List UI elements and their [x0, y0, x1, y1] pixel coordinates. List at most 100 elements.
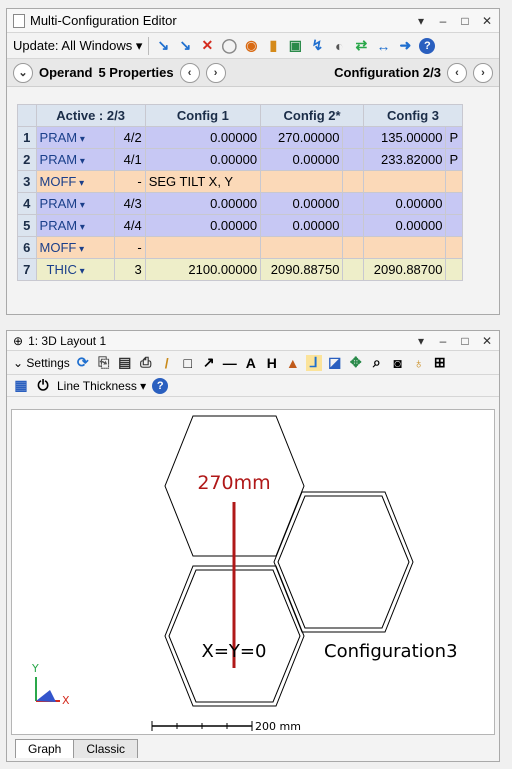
operand-param[interactable]: 4/1: [113, 148, 146, 171]
insert-operand-icon[interactable]: ↘: [155, 37, 171, 54]
active-header[interactable]: Active : 2/3: [35, 104, 146, 127]
window-icon[interactable]: ▦: [13, 377, 29, 394]
maximize-icon[interactable]: □: [459, 334, 471, 348]
operand-type-dropdown[interactable]: PRAM ▾: [35, 192, 115, 215]
camera-icon[interactable]: ◙: [390, 355, 406, 371]
table-row[interactable]: 1 PRAM ▾ 4/2 0.00000 270.00000 135.00000 P: [17, 126, 463, 149]
config3-cell[interactable]: 0.00000: [363, 192, 447, 215]
close-icon[interactable]: ✕: [481, 14, 493, 28]
fit-icon[interactable]: ⊞: [432, 354, 448, 371]
config1-header[interactable]: Config 1: [144, 104, 262, 127]
chevron-down-icon[interactable]: ▾: [77, 222, 85, 233]
print-icon[interactable]: ⎙: [138, 354, 154, 371]
table-row[interactable]: 4 PRAM ▾ 4/3 0.00000 0.00000 0.00000: [17, 192, 463, 215]
operand-type-dropdown[interactable]: THIC ▾: [35, 258, 115, 281]
refresh-icon[interactable]: ⟳: [75, 354, 91, 371]
settings-button[interactable]: ⌄ Settings: [13, 356, 70, 370]
properties-label[interactable]: 5 Properties: [98, 65, 173, 80]
power-icon[interactable]: ⏻: [35, 377, 51, 394]
config3-solve-cell[interactable]: [445, 214, 463, 237]
tab-graph[interactable]: Graph: [15, 739, 75, 758]
config3-solve-cell[interactable]: P: [445, 148, 463, 171]
config2-solve-cell[interactable]: [342, 214, 365, 237]
rectangle-icon[interactable]: □: [180, 355, 196, 371]
chevron-down-icon[interactable]: ▾: [77, 156, 85, 167]
config2-solve-cell[interactable]: [342, 148, 365, 171]
config3-cell[interactable]: 135.00000: [363, 126, 447, 149]
operand-type-dropdown[interactable]: PRAM ▾: [35, 214, 115, 237]
next-icon[interactable]: ➜: [397, 37, 413, 54]
config3-solve-cell[interactable]: P: [445, 126, 463, 149]
config1-cell[interactable]: 0.00000: [144, 192, 262, 215]
pencil-icon[interactable]: /: [159, 355, 175, 371]
maximize-icon[interactable]: □: [459, 14, 471, 28]
operand-type-dropdown[interactable]: MOFF ▾: [35, 170, 115, 193]
config2-solve-cell[interactable]: [342, 192, 365, 215]
axes-icon[interactable]: ⅃: [305, 354, 322, 371]
config3-cell[interactable]: 0.00000: [363, 214, 447, 237]
dimension-icon[interactable]: H: [264, 355, 280, 371]
config1-cell[interactable]: 0.00000: [144, 126, 262, 149]
config1-cell[interactable]: 0.00000: [144, 148, 262, 171]
config3-solve-cell[interactable]: [445, 170, 463, 193]
operand-param[interactable]: 4/3: [113, 192, 146, 215]
operand-type-dropdown[interactable]: PRAM ▾: [35, 148, 115, 171]
config3-cell[interactable]: [363, 170, 447, 193]
operand-param[interactable]: 4/4: [113, 214, 146, 237]
config3-solve-cell[interactable]: [445, 258, 463, 281]
chevron-down-icon[interactable]: ▾: [77, 200, 85, 211]
config1-cell[interactable]: 2100.00000: [144, 258, 262, 281]
chevron-down-icon[interactable]: ▾: [76, 178, 84, 189]
table-row[interactable]: 2 PRAM ▾ 4/1 0.00000 0.00000 233.82000 P: [17, 148, 463, 171]
operand-type-dropdown[interactable]: MOFF ▾: [35, 236, 115, 259]
chevron-down-icon[interactable]: ▾: [76, 244, 84, 255]
table-row[interactable]: 6 MOFF ▾ -: [17, 236, 463, 259]
table-row[interactable]: 5 PRAM ▾ 4/4 0.00000 0.00000 0.00000: [17, 214, 463, 237]
config2-cell[interactable]: [260, 170, 344, 193]
prev-config-icon[interactable]: ‹: [447, 62, 467, 83]
bars-icon[interactable]: ▮: [265, 37, 281, 54]
chevron-down-icon[interactable]: ▾: [77, 134, 85, 145]
rotate-icon[interactable]: ◪: [327, 354, 343, 371]
config3-cell[interactable]: 2090.88700: [363, 258, 447, 281]
swap-icon[interactable]: ⇄: [353, 37, 369, 54]
line-thickness-dropdown[interactable]: Line Thickness ▾: [57, 379, 146, 393]
config2-solve-cell[interactable]: [342, 258, 365, 281]
chevron-down-icon[interactable]: ▾: [77, 266, 85, 277]
layout-canvas[interactable]: 270mm X=Y=0 Configuration3 Y X 200 mm: [11, 409, 495, 735]
config2-cell[interactable]: 0.00000: [260, 214, 344, 237]
insert-after-icon[interactable]: ↘: [177, 37, 193, 54]
light-icon[interactable]: ♁: [411, 355, 427, 371]
help-icon[interactable]: ?: [419, 37, 436, 54]
minimize-icon[interactable]: –: [437, 334, 449, 348]
operand-param[interactable]: 4/2: [113, 126, 146, 149]
table-row[interactable]: 7 THIC ▾ 3 2100.00000 2090.88750 2090.88700: [17, 258, 463, 281]
dropdown-icon[interactable]: ▾: [415, 334, 427, 348]
config2-solve-cell[interactable]: [342, 236, 365, 259]
config2-cell[interactable]: [260, 236, 344, 259]
operand-param[interactable]: -: [113, 170, 146, 193]
next-config-icon[interactable]: ›: [473, 62, 493, 83]
config2-cell[interactable]: 270.00000: [260, 126, 344, 149]
config-icon[interactable]: ◉: [243, 37, 259, 54]
table-row[interactable]: 3 MOFF ▾ - SEG TILT X, Y: [17, 170, 463, 193]
shading-icon[interactable]: ▲: [285, 355, 301, 371]
arrows-icon[interactable]: ↔: [375, 38, 391, 54]
config1-cell[interactable]: SEG TILT X, Y: [144, 170, 262, 193]
config2-solve-cell[interactable]: [342, 126, 365, 149]
close-icon[interactable]: ✕: [481, 334, 493, 348]
config2-header[interactable]: Config 2*: [260, 104, 365, 127]
dropdown-icon[interactable]: ▾: [415, 14, 427, 28]
sync-icon[interactable]: ↯: [309, 37, 325, 54]
arrow-icon[interactable]: ↗: [201, 354, 217, 371]
text-icon[interactable]: A: [243, 355, 259, 371]
config2-solve-cell[interactable]: [342, 170, 365, 193]
config2-cell[interactable]: 0.00000: [260, 148, 344, 171]
delete-icon[interactable]: ✕: [199, 37, 215, 54]
config3-cell[interactable]: 233.82000: [363, 148, 447, 171]
tab-classic[interactable]: Classic: [73, 739, 139, 758]
prev-operand-icon[interactable]: ‹: [179, 62, 200, 83]
zoom-icon[interactable]: ⌕: [369, 354, 385, 371]
config3-cell[interactable]: [363, 236, 447, 259]
operand-type-dropdown[interactable]: PRAM ▾: [35, 126, 115, 149]
